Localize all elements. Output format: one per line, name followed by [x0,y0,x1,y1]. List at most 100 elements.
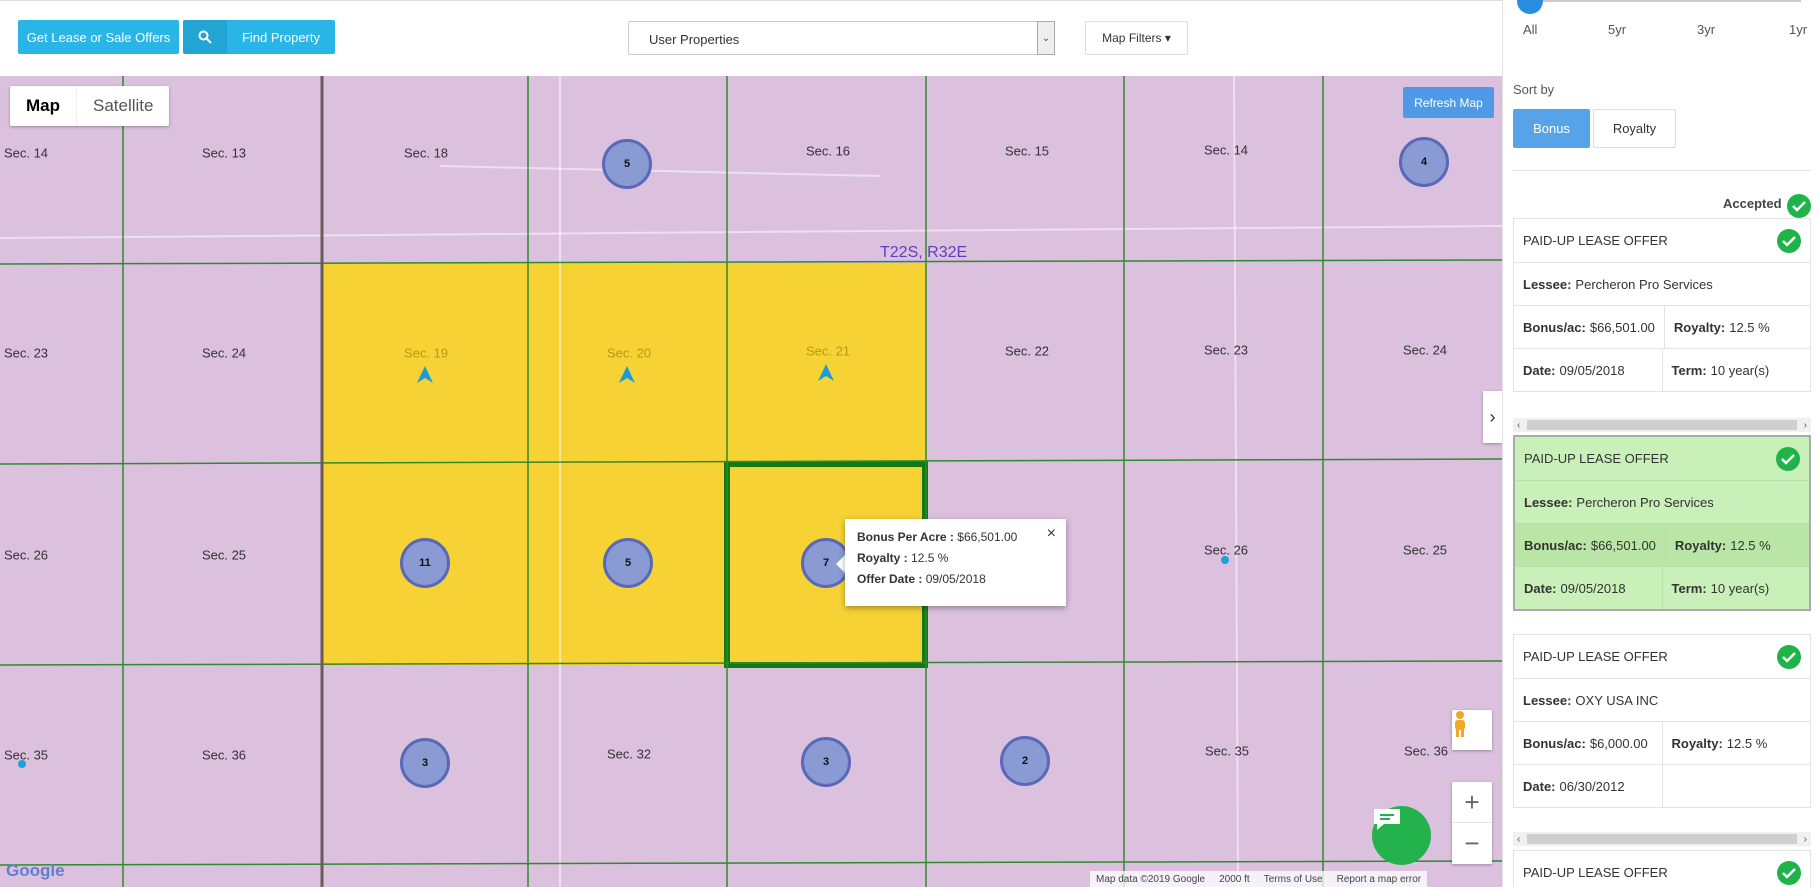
chevron-right-icon[interactable]: › [1483,391,1502,443]
section-label: Sec. 22 [1004,343,1050,359]
map-data-text: Map data ©2019 Google [1096,873,1206,885]
report-error-link[interactable]: Report a map error [1337,874,1421,885]
time-tick-5yr[interactable]: 5yr [1608,22,1626,37]
bonus-value: $66,501.00 [1589,319,1655,335]
section-label: Sec. 15 [1004,143,1050,159]
time-tick-all[interactable]: All [1523,22,1537,37]
chat-button[interactable] [1372,806,1431,865]
offer-card[interactable]: PAID-UP LEASE OFFER Lessee: Percheron Pro… [1513,218,1811,392]
horizontal-scrollbar[interactable]: ‹ › [1513,418,1811,432]
offer-lessee-row: Lessee: Percheron Pro Services [1515,480,1809,523]
offers-sidebar: All 5yr 3yr 1yr Sort by Bonus Royalty Ac… [1502,0,1817,887]
navigation-pin-icon[interactable] [617,365,637,385]
section-label: Sec. 24 [201,345,247,361]
map-type-map-button[interactable]: Map [10,86,76,126]
offer-date-row: Date: 06/30/2012 [1514,764,1810,807]
offer-card[interactable]: PAID-UP LEASE OFFER [1513,850,1811,887]
popup-bonus-value: $66,501.00 [957,530,1018,544]
refresh-map-button[interactable]: Refresh Map [1403,87,1494,118]
find-property-button[interactable]: Find Property [183,20,335,54]
scroll-right-icon[interactable]: › [1804,420,1807,431]
sort-bonus-button[interactable]: Bonus [1513,109,1590,148]
popup-date-value: 09/05/2018 [925,572,986,586]
offer-lessee-row: Lessee: Percheron Pro Services [1514,262,1810,305]
zoom-out-button[interactable]: − [1452,823,1492,864]
zoom-in-button[interactable]: + [1452,782,1492,823]
popup-royalty-value: 12.5 % [911,551,949,565]
township-label: T22S, R32E [880,244,968,261]
sort-royalty-button[interactable]: Royalty [1593,109,1676,148]
horizontal-scrollbar[interactable]: ‹ › [1513,832,1811,846]
map-filters-button[interactable]: Map Filters ▾ [1085,21,1188,55]
time-range-slider-handle[interactable] [1517,0,1543,14]
chat-icon [1374,809,1400,830]
caret-down-icon: ▾ [1164,31,1171,45]
offer-date-row: Date: 09/05/2018 Term: 10 year(s) [1515,566,1809,609]
time-tick-1yr[interactable]: 1yr [1789,22,1807,37]
royalty-value: 12.5 % [1726,735,1768,751]
scrollbar-thumb[interactable] [1527,834,1797,844]
offer-terms-row: Bonus/ac: $66,501.00 Royalty: 12.5 % [1514,305,1810,348]
map-scale: 2000 ft [1219,873,1250,885]
date-label: Date: [1523,778,1556,794]
street-view-pegman-icon[interactable] [1452,710,1492,750]
section-label: Sec. 36 [201,747,247,763]
property-select[interactable]: User Properties [628,21,1055,55]
location-dot[interactable] [18,760,26,768]
offer-cluster-marker[interactable]: 4 [1399,137,1449,187]
offer-cluster-marker[interactable]: 3 [801,737,851,787]
scrollbar-thumb[interactable] [1527,420,1797,430]
offer-card-header: PAID-UP LEASE OFFER [1515,437,1809,480]
section-label: Sec. 19 [403,345,449,361]
section-label: Sec. 36 [1403,743,1449,759]
offer-cluster-marker[interactable]: 3 [400,738,450,788]
term-label: Term: [1671,362,1707,378]
section-label: Sec. 26 [3,547,49,563]
bonus-value: $66,501.00 [1590,537,1656,553]
offer-card-selected[interactable]: PAID-UP LEASE OFFER Lessee: Percheron Pro… [1513,435,1811,611]
section-label: Sec. 24 [1402,342,1448,358]
scroll-right-icon[interactable]: › [1804,834,1807,845]
divider [1513,170,1811,171]
offer-card[interactable]: PAID-UP LEASE OFFER Lessee: OXY USA INC B… [1513,634,1811,808]
section-label: Sec. 25 [1402,542,1448,558]
map-type-satellite-button[interactable]: Satellite [76,86,169,126]
offer-cluster-marker[interactable]: 11 [400,538,450,588]
popup-date-label: Offer Date : [857,572,923,586]
google-logo: Google [6,861,65,880]
time-tick-3yr[interactable]: 3yr [1697,22,1715,37]
offer-cluster-marker[interactable]: 5 [602,139,652,189]
bonus-label: Bonus/ac: [1523,319,1586,335]
get-lease-offers-button[interactable]: Get Lease or Sale Offers [18,20,179,54]
popup-royalty-row: Royalty : 12.5 % [857,548,1054,569]
terms-link[interactable]: Terms of Use [1264,874,1323,885]
lessee-value: Percheron Pro Services [1575,276,1713,292]
offer-title: PAID-UP LEASE OFFER [1523,649,1668,664]
scroll-left-icon[interactable]: ‹ [1517,420,1520,431]
section-label: Sec. 16 [805,143,851,159]
check-icon [1777,228,1801,253]
map-canvas[interactable]: T22S, R32E Sec. 14 Sec. 13 Sec. 18 Sec. … [0,76,1502,887]
chevron-down-icon[interactable]: ⌄ [1037,21,1055,55]
check-icon [1777,644,1801,669]
map-type-control: Map Satellite [10,86,170,126]
lessee-label: Lessee: [1523,276,1572,292]
zoom-control: + − [1452,782,1492,864]
close-icon[interactable]: × [1047,523,1056,544]
offer-card-header: PAID-UP LEASE OFFER [1514,851,1810,887]
offer-lessee-row: Lessee: OXY USA INC [1514,678,1810,721]
navigation-pin-icon[interactable] [415,365,435,385]
navigation-pin-icon[interactable] [816,363,836,383]
section-label: Sec. 18 [403,145,449,161]
offer-cluster-marker[interactable]: 5 [603,538,653,588]
term-label: Term: [1671,580,1707,596]
offer-cluster-marker[interactable]: 2 [1000,736,1050,786]
selected-section-fill [322,464,727,665]
offer-title: PAID-UP LEASE OFFER [1523,233,1668,248]
royalty-label: Royalty: [1673,319,1726,335]
location-dot[interactable] [1221,556,1229,564]
date-value: 06/30/2012 [1559,778,1625,794]
time-range-slider[interactable] [1531,0,1801,2]
section-label: Sec. 21 [805,343,851,359]
scroll-left-icon[interactable]: ‹ [1517,834,1520,845]
